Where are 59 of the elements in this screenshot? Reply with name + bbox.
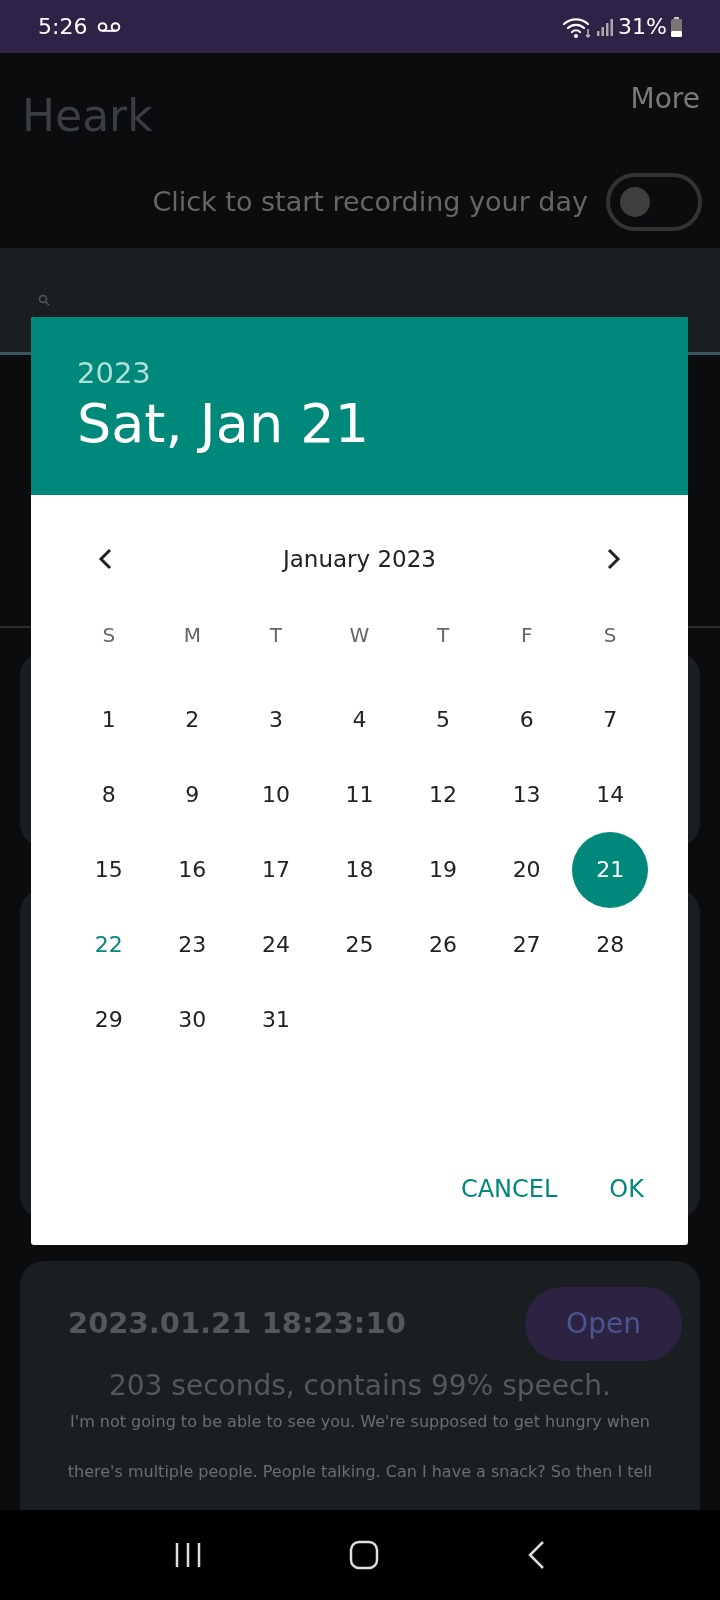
- day-cell[interactable]: 5: [405, 681, 482, 758]
- previous-month-icon[interactable]: [97, 547, 113, 571]
- day-cell[interactable]: 10: [237, 756, 314, 833]
- home-icon[interactable]: [349, 1540, 379, 1570]
- dialog-button[interactable]: OK: [593, 1161, 660, 1217]
- signal-icon: [596, 16, 615, 37]
- voicemail-icon: [97, 20, 122, 33]
- day-cell[interactable]: 12: [405, 756, 482, 833]
- day-cell[interactable]: 24: [237, 906, 314, 983]
- day-cell[interactable]: 22: [70, 906, 147, 983]
- back-icon[interactable]: [526, 1540, 547, 1570]
- day-cell[interactable]: 13: [488, 756, 565, 833]
- day-cell[interactable]: 16: [154, 831, 231, 908]
- weekday-label: T: [436, 622, 450, 649]
- day-cell[interactable]: 8: [70, 756, 147, 833]
- day-cell[interactable]: 20: [488, 831, 565, 908]
- day-cell[interactable]: 25: [321, 906, 398, 983]
- month-label: January 2023: [282, 544, 436, 574]
- weekday-label: F: [520, 622, 533, 649]
- weekday-label: T: [269, 622, 283, 649]
- recording-summary: 203 seconds, contains 99% speech.: [108, 1368, 612, 1404]
- day-cell[interactable]: 18: [321, 831, 398, 908]
- selected-date: Sat, Jan 21: [77, 391, 369, 457]
- day-cell[interactable]: 17: [237, 831, 314, 908]
- day-cell[interactable]: 15: [70, 831, 147, 908]
- record-label: Click to start recording your day: [152, 184, 588, 219]
- battery-icon: [671, 16, 682, 37]
- next-month-icon[interactable]: [606, 547, 622, 571]
- day-cell[interactable]: 11: [321, 756, 398, 833]
- day-cell[interactable]: 30: [154, 981, 231, 1058]
- transcript-text: I'm not going to be able to see you. We're supposed to get hungry when there's multiple people. People talking. Can I have a snack? So then I tell: [66, 1411, 654, 1483]
- day-cell[interactable]: 26: [405, 906, 482, 983]
- day-cell[interactable]: 7: [572, 681, 649, 758]
- day-cell[interactable]: 27: [488, 906, 565, 983]
- day-cell[interactable]: 14: [572, 756, 649, 833]
- day-cell[interactable]: 31: [237, 981, 314, 1058]
- day-cell[interactable]: 23: [154, 906, 231, 983]
- recents-icon[interactable]: [173, 1542, 202, 1568]
- record-toggle[interactable]: [606, 173, 702, 231]
- day-cell[interactable]: 3: [237, 681, 314, 758]
- day-cell[interactable]: 19: [405, 831, 482, 908]
- more-button[interactable]: More: [630, 78, 700, 120]
- day-cell[interactable]: 4: [321, 681, 398, 758]
- day-cell[interactable]: 6: [488, 681, 565, 758]
- weekday-label: M: [183, 622, 201, 649]
- day-cell[interactable]: 29: [70, 981, 147, 1058]
- weekday-label: S: [102, 622, 116, 649]
- day-cell[interactable]: 21: [572, 831, 649, 908]
- day-cell[interactable]: 2: [154, 681, 231, 758]
- clock: 5:26: [38, 13, 88, 41]
- day-cell[interactable]: 28: [572, 906, 649, 983]
- dialog-button[interactable]: CANCEL: [444, 1161, 574, 1217]
- day-cell[interactable]: 9: [154, 756, 231, 833]
- day-cell[interactable]: 1: [70, 681, 147, 758]
- battery-percent: 31%: [618, 13, 667, 41]
- search-icon: [38, 294, 50, 306]
- weekday-label: W: [349, 622, 370, 649]
- weekday-label: S: [603, 622, 617, 649]
- recording-timestamp: 2023.01.21 18:23:10: [68, 1305, 406, 1343]
